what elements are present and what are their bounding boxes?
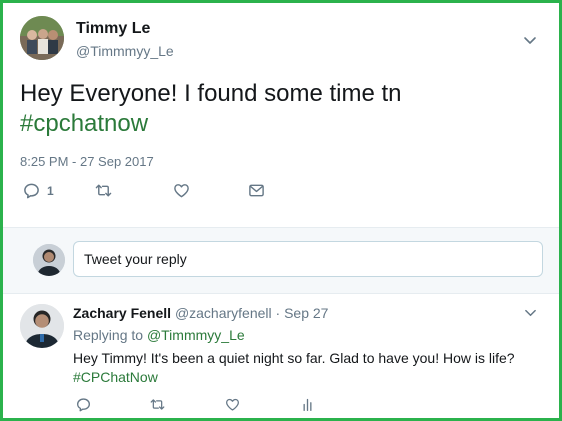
- author-avatar[interactable]: [20, 16, 64, 60]
- user-photo-icon: [33, 244, 65, 276]
- reply-count: 1: [47, 183, 54, 198]
- author-name[interactable]: Timmy Le: [76, 20, 150, 38]
- main-tweet: Timmy Le @Timmmyy_Le Hey Everyone! I fou…: [3, 3, 559, 225]
- chevron-down-icon[interactable]: [524, 306, 537, 319]
- tweet-text: Hey Everyone! I found some time tn #cpch…: [20, 79, 540, 139]
- reply-header: Zachary Fenell @zacharyfenell · Sep 27: [73, 305, 328, 321]
- reply-author-photo-icon: [20, 304, 64, 348]
- reply-hashtag-link[interactable]: #CPChatNow: [73, 369, 158, 385]
- tweet-embed-frame: Timmy Le @Timmmyy_Le Hey Everyone! I fou…: [0, 0, 562, 421]
- reply-reply-button[interactable]: [76, 397, 91, 412]
- analytics-icon: [303, 398, 312, 411]
- reply-author-avatar[interactable]: [20, 304, 64, 348]
- author-handle[interactable]: @Timmmyy_Le: [76, 43, 174, 59]
- retweet-button[interactable]: [95, 182, 112, 199]
- reply-icon: [77, 398, 90, 412]
- chevron-down-icon[interactable]: [523, 33, 537, 47]
- reply-analytics-button[interactable]: [300, 397, 315, 412]
- reply-like-button[interactable]: [225, 397, 240, 412]
- reply-author-name[interactable]: Zachary Fenell: [73, 305, 171, 321]
- like-icon: [174, 184, 189, 198]
- reply-text: Hey Timmy! It's been a quiet night so fa…: [73, 349, 543, 387]
- message-icon: [249, 184, 264, 197]
- retweet-icon: [150, 399, 165, 410]
- reply-input-placeholder: Tweet your reply: [84, 251, 187, 267]
- tweet-timestamp[interactable]: 8:25 PM - 27 Sep 2017: [20, 154, 154, 169]
- reply-tweet: Zachary Fenell @zacharyfenell · Sep 27 R…: [3, 293, 559, 418]
- reply-retweet-button[interactable]: [150, 397, 165, 412]
- current-user-avatar: [33, 244, 65, 276]
- avatar-photo-icon: [20, 16, 64, 60]
- like-icon: [226, 398, 239, 411]
- retweet-icon: [95, 184, 112, 197]
- reply-author-meta[interactable]: @zacharyfenell · Sep 27: [175, 305, 329, 321]
- replying-to-handle[interactable]: @Timmmyy_Le: [147, 327, 245, 343]
- reply-icon: [24, 183, 39, 199]
- reply-body: Hey Timmy! It's been a quiet night so fa…: [73, 350, 515, 366]
- replying-to: Replying to @Timmmyy_Le: [73, 327, 245, 343]
- reply-input[interactable]: Tweet your reply: [73, 241, 543, 277]
- like-button[interactable]: [173, 182, 190, 199]
- reply-composer: Tweet your reply: [3, 227, 559, 294]
- replying-to-label: Replying to: [73, 327, 144, 343]
- tweet-hashtag-link[interactable]: #cpchatnow: [20, 110, 148, 137]
- reply-button[interactable]: 1: [23, 182, 54, 199]
- direct-message-button[interactable]: [248, 182, 265, 199]
- tweet-body: Hey Everyone! I found some time tn: [20, 80, 402, 107]
